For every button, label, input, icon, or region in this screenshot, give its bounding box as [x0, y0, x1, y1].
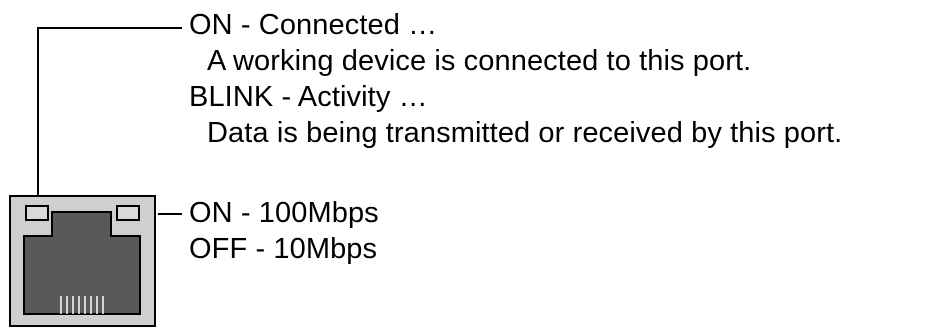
speed-led [116, 205, 140, 221]
activity-blink-label: BLINK - Activity … [189, 81, 428, 113]
link-on-detail: A working device is connected to this po… [207, 45, 752, 77]
rj45-port-icon [9, 195, 156, 327]
speed-off-label: OFF - 10Mbps [189, 233, 378, 265]
upper-led-leader-line [37, 27, 182, 196]
link-activity-led [25, 205, 49, 221]
speed-on-label: ON - 100Mbps [189, 197, 379, 229]
link-on-label: ON - Connected … [189, 9, 438, 41]
ethernet-led-diagram: ON - Connected … A working device is con… [0, 0, 928, 329]
activity-blink-detail: Data is being transmitted or received by… [207, 117, 843, 149]
